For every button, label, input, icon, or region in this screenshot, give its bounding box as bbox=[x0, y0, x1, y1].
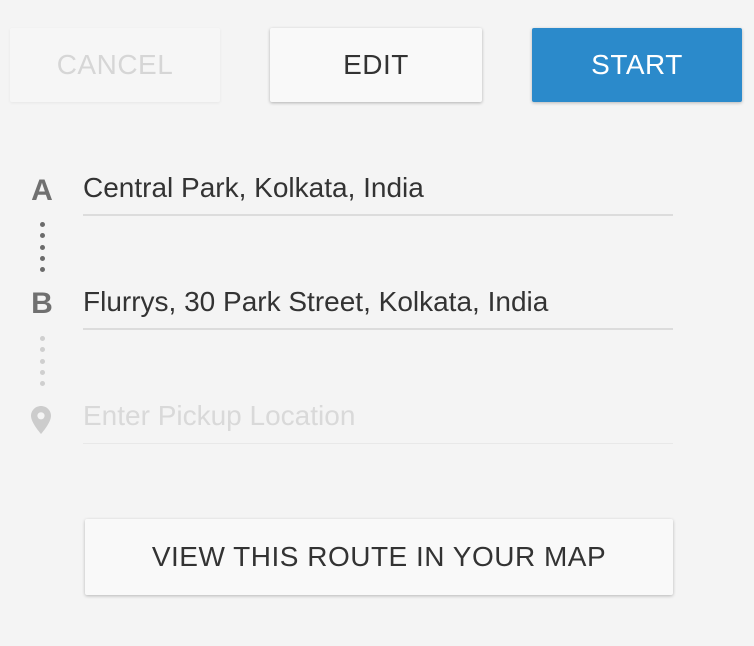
destination-location-field[interactable]: Flurrys, 30 Park Street, Kolkata, India bbox=[83, 284, 673, 330]
route-marker-a: A bbox=[31, 174, 53, 207]
view-route-map-button[interactable]: VIEW THIS ROUTE IN YOUR MAP bbox=[85, 519, 673, 595]
pickup-location-field[interactable]: Enter Pickup Location bbox=[83, 398, 673, 444]
route-marker-b: B bbox=[31, 287, 53, 320]
route-connector-dots bbox=[38, 222, 46, 272]
cancel-button[interactable]: CANCEL bbox=[10, 28, 220, 102]
edit-button[interactable]: EDIT bbox=[270, 28, 482, 102]
origin-location-field[interactable]: Central Park, Kolkata, India bbox=[83, 170, 673, 216]
start-button[interactable]: START bbox=[532, 28, 742, 102]
route-connector-dots-faded bbox=[38, 336, 46, 386]
location-pin-icon bbox=[30, 405, 52, 435]
